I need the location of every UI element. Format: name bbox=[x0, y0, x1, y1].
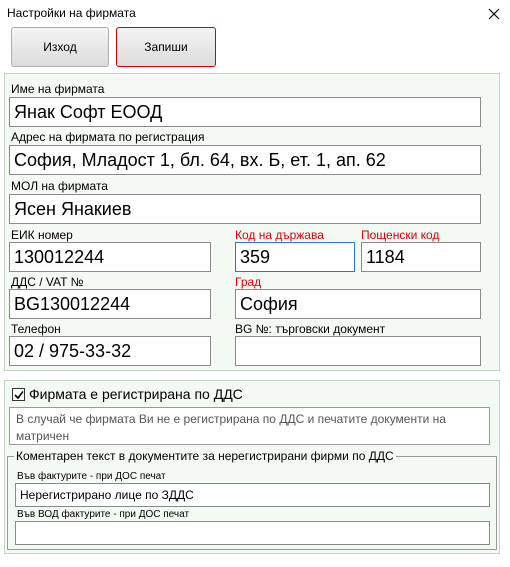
bg-trade-doc-label: BG №: търговски документ bbox=[235, 322, 386, 336]
vod-invoices-comment-label: Във ВОД фактурите - при ДОС печат bbox=[17, 509, 190, 520]
window-title: Настройки на фирмата bbox=[7, 6, 136, 20]
close-button[interactable] bbox=[478, 0, 510, 28]
address-field[interactable]: София, Младост 1, бл. 64, вх. Б, ет. 1, … bbox=[9, 145, 481, 175]
mol-field[interactable]: Ясен Янакиев bbox=[9, 194, 481, 224]
vod-invoices-comment-field[interactable] bbox=[15, 521, 490, 545]
address-label: Адрес на фирмата по регистрация bbox=[11, 130, 205, 144]
check-icon bbox=[13, 390, 24, 399]
close-icon bbox=[488, 8, 500, 20]
vat-field[interactable]: BG130012244 bbox=[9, 289, 211, 319]
mol-label: МОЛ на фирмата bbox=[11, 179, 108, 193]
company-name-field[interactable]: Янак Софт ЕООД bbox=[9, 97, 481, 127]
eik-label: ЕИК номер bbox=[11, 228, 73, 242]
vat-registered-label: Фирмата е регистрирана по ДДС bbox=[29, 386, 243, 402]
postal-code-label: Пощенски код bbox=[361, 228, 440, 242]
city-field[interactable]: София bbox=[235, 289, 481, 319]
save-button[interactable]: Запиши bbox=[116, 27, 216, 67]
non-vat-note: В случай че фирмата Ви не е регистрирана… bbox=[9, 407, 490, 445]
vat-registered-checkbox[interactable] bbox=[12, 388, 25, 401]
comment-group-title: Коментарен текст в документите за нереги… bbox=[14, 449, 396, 463]
bg-trade-doc-field[interactable] bbox=[235, 336, 481, 366]
city-label: Град bbox=[235, 275, 262, 289]
country-code-label: Код на държава bbox=[235, 228, 324, 242]
invoices-comment-field[interactable]: Нерегистрирано лице по ЗДДС bbox=[15, 483, 490, 507]
exit-button[interactable]: Изход bbox=[11, 27, 109, 67]
postal-code-field[interactable]: 1184 bbox=[361, 242, 481, 272]
vat-label: ДДС / VAT № bbox=[11, 275, 84, 289]
eik-field[interactable]: 130012244 bbox=[9, 242, 211, 272]
phone-label: Телефон bbox=[11, 322, 61, 336]
invoices-comment-label: Във фактурите - при ДОС печат bbox=[17, 471, 166, 482]
phone-field[interactable]: 02 / 975-33-32 bbox=[9, 336, 211, 366]
company-name-label: Име на фирмата bbox=[11, 82, 105, 96]
country-code-field[interactable]: 359 bbox=[235, 242, 355, 272]
